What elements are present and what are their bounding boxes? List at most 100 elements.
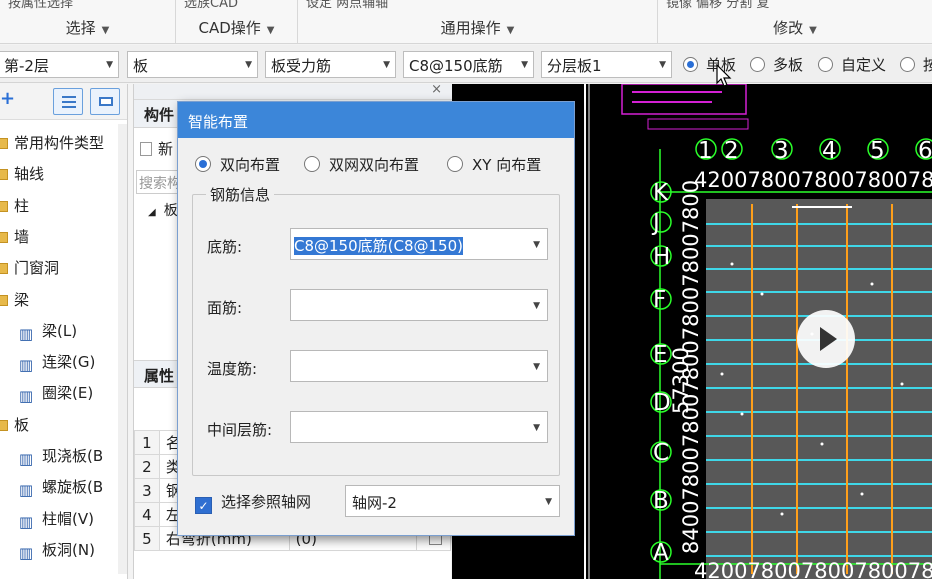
row-number: 4 xyxy=(134,502,160,527)
tree-child-item[interactable]: ▥ 现浇板(B xyxy=(18,445,103,468)
rebar-info-label: 钢筋信息 xyxy=(206,184,275,205)
tree-folder-item[interactable]: 板 xyxy=(0,414,29,435)
rebar-type-select[interactable]: 板受力筋 ▼ xyxy=(265,51,396,78)
axis-label-top: 1 xyxy=(698,138,713,164)
tree-folder-item[interactable]: 梁 xyxy=(0,289,29,310)
tree-item-label: 板洞(N) xyxy=(42,540,95,559)
tree-child-item[interactable]: ▥ 连梁(G) xyxy=(18,351,95,374)
chevron-down-icon: ▼ xyxy=(506,25,515,36)
panel-view-icon[interactable] xyxy=(90,88,120,115)
tree-child-item[interactable]: ▥ 梁(L) xyxy=(18,320,77,343)
tree-item-label: 柱帽(V) xyxy=(42,509,94,528)
axis-label-left: K xyxy=(653,180,669,206)
tree-item-label: 连梁(G) xyxy=(42,353,96,372)
chevron-down-icon: ▼ xyxy=(659,60,666,70)
radio-label: 双向布置 xyxy=(220,156,281,174)
radio-multi-board[interactable]: 多板 xyxy=(750,54,803,76)
chevron-down-icon: ▼ xyxy=(245,60,252,70)
component-icon: ▥ xyxy=(18,387,34,406)
rebar-spec-select[interactable]: C8@150底筋 ▼ xyxy=(403,51,534,78)
ribbon-group-general[interactable]: 设定 两点辅轴 通用操作 ▼ xyxy=(298,0,658,43)
tree-item-label: 板 xyxy=(14,415,30,434)
dialog-title[interactable]: 智能布置 xyxy=(178,102,574,138)
chevron-down-icon: ▼ xyxy=(533,362,540,372)
ribbon-group-select[interactable]: 按属性选择 选择 ▼ xyxy=(0,0,176,43)
tree-child-item[interactable]: ▥ 螺旋板(B xyxy=(18,476,103,499)
ribbon-group-modify-label[interactable]: 修改 ▼ xyxy=(658,17,932,38)
axis-label-top: 5 xyxy=(870,138,885,164)
ribbon-group-cad-label[interactable]: CAD操作 ▼ xyxy=(176,17,297,38)
selector-bar: 第-2层 ▼ 板 ▼ 板受力筋 ▼ C8@150底筋 ▼ 分层板1 ▼ 单板 多板 自定义… xyxy=(0,45,932,83)
radio-label: XY 向布置 xyxy=(472,156,542,174)
component-icon: ▥ xyxy=(18,450,34,468)
tree-folder-item[interactable]: 常用构件类型 xyxy=(0,132,104,153)
temperature-rebar-select[interactable]: ▼ xyxy=(290,350,548,382)
component-tree-node[interactable]: ◢ 板 xyxy=(148,200,178,220)
close-icon[interactable]: × xyxy=(431,82,442,97)
tree-child-item[interactable]: ▥ 圈梁(E) xyxy=(18,382,93,405)
component-icon: ▥ xyxy=(18,481,34,500)
ribbon-group-cad[interactable]: 选族CAD CAD操作 ▼ xyxy=(176,0,298,43)
ribbon-group-modify[interactable]: 镜像 偏移 分割 复 修改 ▼ xyxy=(658,0,932,43)
layer-select[interactable]: 分层板1 ▼ xyxy=(541,51,672,78)
mode-double-net[interactable]: 双网双向布置 xyxy=(304,154,419,175)
rebar-type-value: 板受力筋 xyxy=(271,57,332,75)
radio-more[interactable]: 按 xyxy=(900,54,932,76)
axis-label-top: 4 xyxy=(822,138,837,164)
tree-item-label: 墙 xyxy=(14,227,30,246)
tree-child-item[interactable]: ▥ 板洞(N) xyxy=(18,539,95,562)
chevron-down-icon: ▼ xyxy=(545,497,552,507)
new-icon xyxy=(140,142,152,156)
ribbon-group-select-label[interactable]: 选择 ▼ xyxy=(0,17,175,38)
folder-icon xyxy=(0,263,8,275)
new-component-button[interactable]: 新 xyxy=(140,138,173,159)
plus-icon[interactable]: + xyxy=(0,88,15,109)
radio-dot xyxy=(750,57,765,72)
mode-bidirectional[interactable]: 双向布置 xyxy=(195,154,280,175)
axis-label-left: B xyxy=(653,488,669,514)
radio-custom[interactable]: 自定义 xyxy=(818,54,886,76)
component-type-select[interactable]: 板 ▼ xyxy=(127,51,258,78)
component-icon: ▥ xyxy=(18,543,34,562)
top-rebar-select[interactable]: ▼ xyxy=(290,289,548,321)
tree-scrollbar[interactable] xyxy=(118,124,127,574)
chevron-down-icon: ▼ xyxy=(533,240,540,250)
axis-grid-select[interactable]: 轴网-2 ▼ xyxy=(345,485,560,517)
floor-select[interactable]: 第-2层 ▼ xyxy=(0,51,119,78)
collapse-icon: ◢ xyxy=(148,207,156,218)
mode-xy[interactable]: XY 向布置 xyxy=(447,154,541,175)
component-search-input[interactable]: 搜索构 xyxy=(136,170,182,194)
tree-folder-item[interactable]: 柱 xyxy=(0,195,29,216)
dimension-top: 4200780078007800780078007800 xyxy=(694,168,932,192)
chevron-down-icon: ▼ xyxy=(533,301,540,311)
bottom-rebar-value: C8@150底筋(C8@150) xyxy=(294,237,463,255)
row-number: 5 xyxy=(134,526,160,551)
radio-dot xyxy=(900,57,915,72)
play-video-icon[interactable] xyxy=(797,310,855,368)
rebar-spec-value: C8@150底筋 xyxy=(409,57,503,75)
chevron-down-icon: ▼ xyxy=(106,60,113,70)
axis-label-left: E xyxy=(653,342,668,368)
chevron-down-icon: ▼ xyxy=(809,25,817,36)
axis-label-top: 6 xyxy=(918,138,932,164)
reference-axis-checkbox[interactable]: ✓ 选择参照轴网 xyxy=(195,491,311,514)
radio-label: 多板 xyxy=(773,56,804,74)
folder-icon xyxy=(0,419,8,431)
middle-rebar-select[interactable]: ▼ xyxy=(290,411,548,443)
ribbon-top-text: 选族CAD xyxy=(184,0,238,11)
folder-icon xyxy=(0,294,8,306)
folder-icon xyxy=(0,138,8,149)
tree-folder-item[interactable]: 门窗洞 xyxy=(0,257,59,278)
tree-child-item[interactable]: ▥ 柱帽(V) xyxy=(18,508,94,531)
axis-label-left: C xyxy=(653,440,669,466)
list-view-icon[interactable] xyxy=(53,88,83,115)
tree-folder-item[interactable]: 轴线 xyxy=(0,163,44,184)
bottom-rebar-select[interactable]: C8@150底筋(C8@150) ▼ xyxy=(290,228,548,260)
dimension-total: 57300 xyxy=(669,347,693,414)
radio-dot xyxy=(304,156,320,172)
chevron-down-icon: ▼ xyxy=(383,60,390,70)
tree-folder-item[interactable]: 墙 xyxy=(0,226,29,247)
component-icon: ▥ xyxy=(18,324,34,343)
axis-label-left: J xyxy=(651,210,660,236)
ribbon-group-general-label[interactable]: 通用操作 ▼ xyxy=(298,17,657,38)
